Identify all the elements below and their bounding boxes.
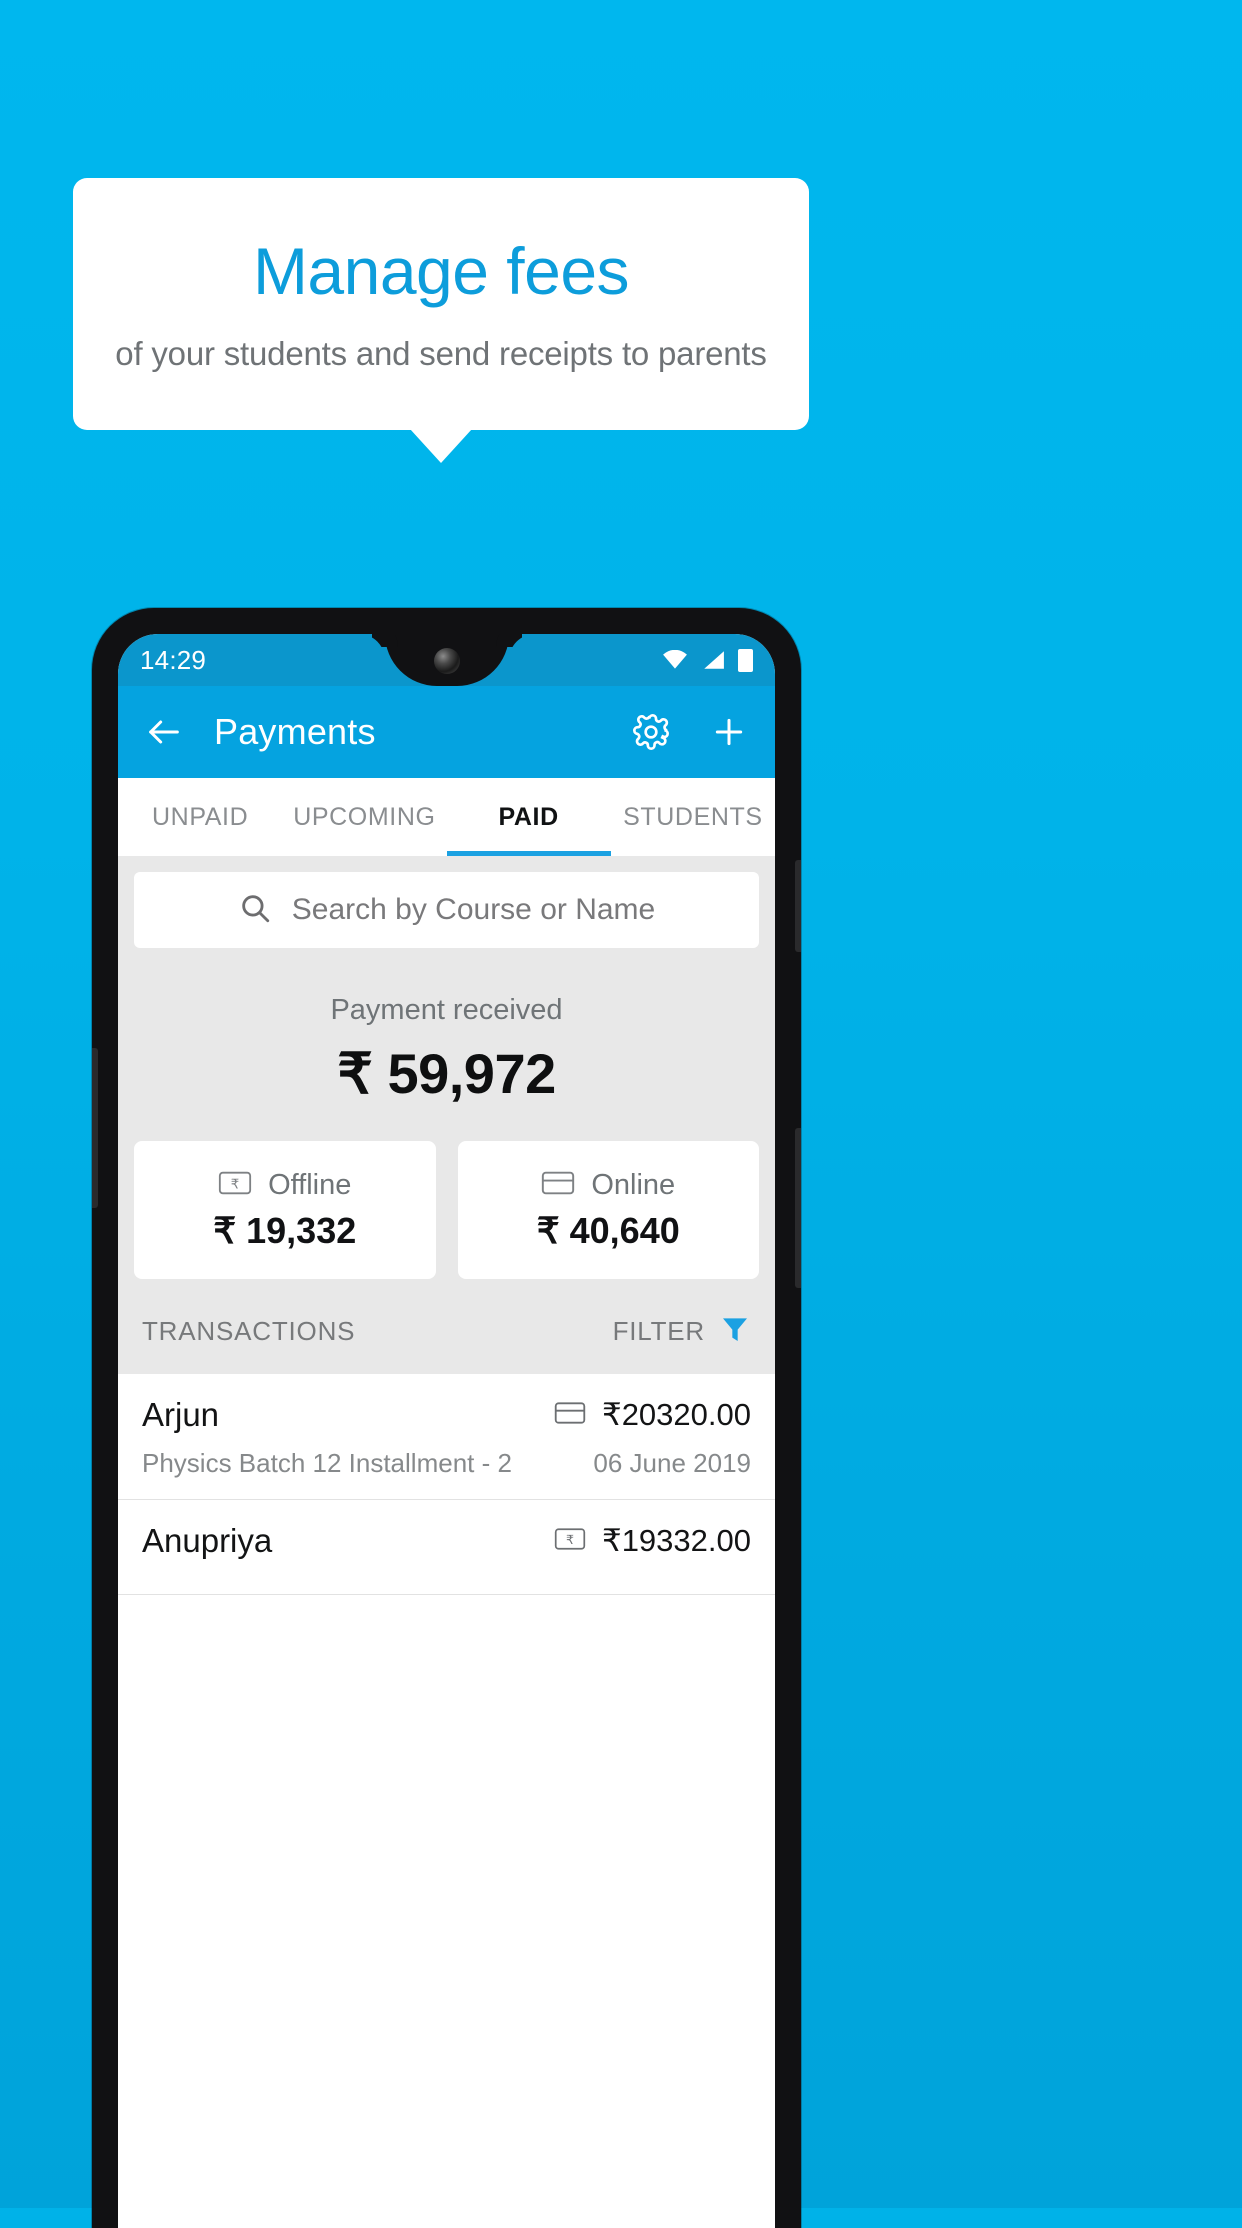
tab-bar: UNPAID UPCOMING PAID STUDENTS [118, 778, 775, 856]
search-placeholder: Search by Course or Name [291, 893, 656, 926]
status-time: 14:29 [140, 644, 207, 675]
phone-screen: 14:29 Payments UNPAID UPCOMING PAID STUD… [118, 634, 775, 2228]
summary-label: Payment received [330, 994, 563, 1026]
table-row[interactable]: Anupriya ₹ ₹19332.00 [118, 1500, 775, 1595]
tab-students[interactable]: STUDENTS [611, 778, 775, 856]
rupee-note-icon: ₹ [554, 1526, 586, 1557]
transactions-list: Arjun ₹20320.00 Physics Batch 12 Install… [118, 1374, 775, 1595]
transaction-row-bottom: Physics Batch 12 Installment - 2 06 June… [142, 1448, 751, 1479]
payment-summary: Payment received ₹ 59,972 [118, 948, 775, 1125]
credit-card-icon [554, 1400, 586, 1431]
search-input[interactable]: Search by Course or Name [134, 872, 759, 948]
online-amount: ₹ 40,640 [536, 1209, 680, 1251]
online-card[interactable]: Online ₹ 40,640 [457, 1141, 759, 1279]
online-label: Online [591, 1168, 676, 1201]
offline-label: Offline [268, 1168, 352, 1201]
tab-upcoming[interactable]: UPCOMING [282, 778, 446, 856]
content-area: Search by Course or Name Payment receive… [118, 856, 775, 1595]
callout-card: Manage fees of your students and send re… [73, 178, 809, 430]
signal-icon [701, 650, 725, 670]
filter-label: FILTER [612, 1316, 705, 1346]
status-icons [662, 648, 753, 672]
funnel-icon [719, 1313, 751, 1350]
phone-side-button [795, 1128, 801, 1288]
offline-card[interactable]: ₹ Offline ₹ 19,332 [134, 1141, 436, 1279]
phone-volume-button [92, 1048, 98, 1208]
transaction-row-top: Anupriya ₹ ₹19332.00 [142, 1522, 751, 1560]
battery-icon [738, 648, 753, 672]
search-icon [238, 891, 272, 930]
tab-unpaid[interactable]: UNPAID [118, 778, 282, 856]
svg-text:₹: ₹ [566, 1532, 574, 1547]
search-container: Search by Course or Name [118, 856, 775, 948]
transaction-amount-group: ₹ ₹19332.00 [554, 1523, 751, 1559]
transaction-name: Anupriya [142, 1522, 273, 1559]
transaction-name: Arjun [142, 1396, 220, 1433]
transactions-title: TRANSACTIONS [142, 1316, 356, 1346]
callout-tail [410, 429, 472, 463]
gear-icon[interactable] [629, 710, 673, 754]
callout-title: Manage fees [252, 233, 630, 308]
offline-card-header: ₹ Offline [218, 1169, 351, 1202]
transaction-amount: ₹20320.00 [601, 1397, 751, 1432]
credit-card-icon [541, 1169, 575, 1202]
rupee-note-icon: ₹ [218, 1169, 252, 1202]
payment-modes: ₹ Offline ₹ 19,332 Online ₹ 40,640 [118, 1125, 775, 1279]
svg-text:₹: ₹ [231, 1177, 240, 1192]
transaction-date: 06 June 2019 [593, 1448, 751, 1478]
phone-power-button [795, 860, 801, 952]
table-row[interactable]: Arjun ₹20320.00 Physics Batch 12 Install… [118, 1374, 775, 1500]
back-button[interactable] [142, 710, 186, 754]
plus-icon[interactable] [707, 710, 751, 754]
transaction-amount: ₹19332.00 [601, 1523, 751, 1558]
phone-mockup: 14:29 Payments UNPAID UPCOMING PAID STUD… [92, 608, 801, 2228]
front-camera-icon [433, 648, 460, 674]
transaction-row-top: Arjun ₹20320.00 [142, 1396, 751, 1434]
filter-button[interactable]: FILTER [613, 1313, 751, 1350]
tab-paid[interactable]: PAID [446, 778, 612, 856]
wifi-icon [662, 649, 688, 670]
online-card-header: Online [541, 1169, 675, 1202]
transactions-header: TRANSACTIONS FILTER [118, 1279, 775, 1374]
callout-subtitle: of your students and send receipts to pa… [115, 335, 767, 373]
offline-amount: ₹ 19,332 [213, 1209, 357, 1251]
app-bar-actions [629, 710, 751, 754]
app-bar: Payments [118, 686, 775, 778]
page-title: Payments [214, 711, 376, 752]
transaction-description: Physics Batch 12 Installment - 2 [142, 1448, 512, 1478]
summary-amount: ₹ 59,972 [337, 1042, 556, 1105]
transaction-amount-group: ₹20320.00 [554, 1397, 751, 1433]
